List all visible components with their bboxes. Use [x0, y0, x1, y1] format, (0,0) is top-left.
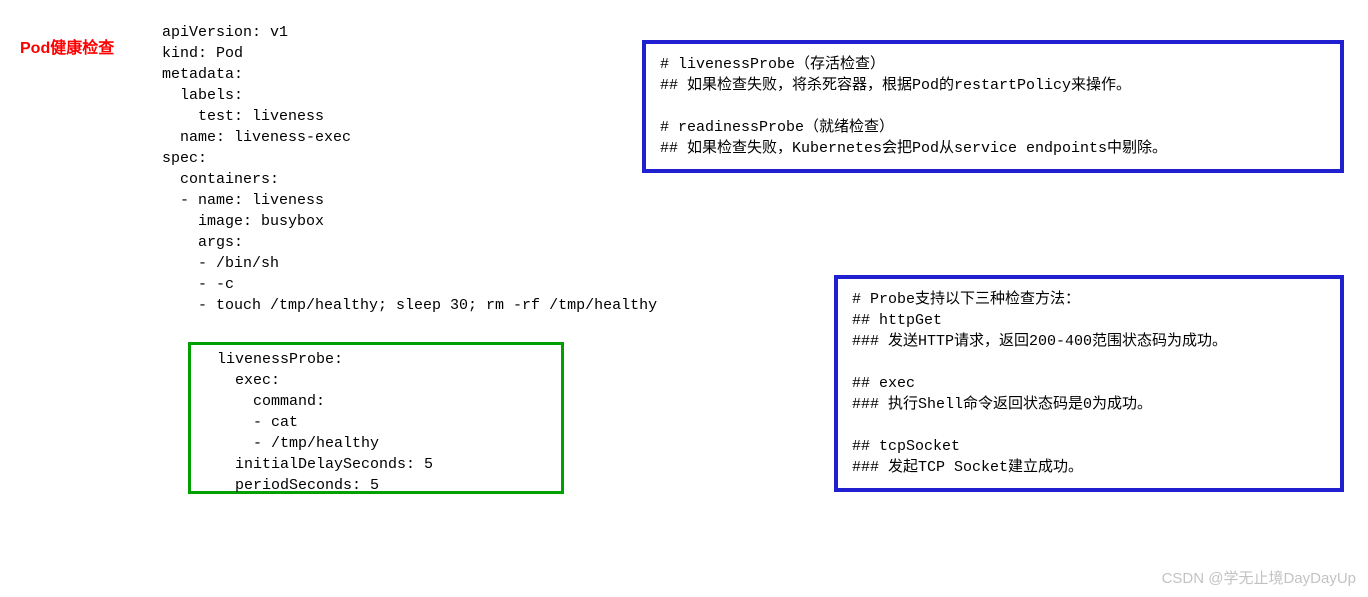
yaml-liveness-probe-box: livenessProbe: exec: command: - cat - /t…: [188, 342, 564, 494]
yaml-manifest-top: apiVersion: v1 kind: Pod metadata: label…: [162, 22, 657, 316]
note-probe-types-box: # livenessProbe（存活检查） ## 如果检查失败，将杀死容器，根据…: [642, 40, 1344, 173]
note-probe-methods-box: # Probe支持以下三种检查方法： ## httpGet ### 发送HTTP…: [834, 275, 1344, 492]
watermark: CSDN @学无止境DayDayUp: [1162, 568, 1356, 589]
document-title: Pod健康检查: [20, 38, 114, 60]
